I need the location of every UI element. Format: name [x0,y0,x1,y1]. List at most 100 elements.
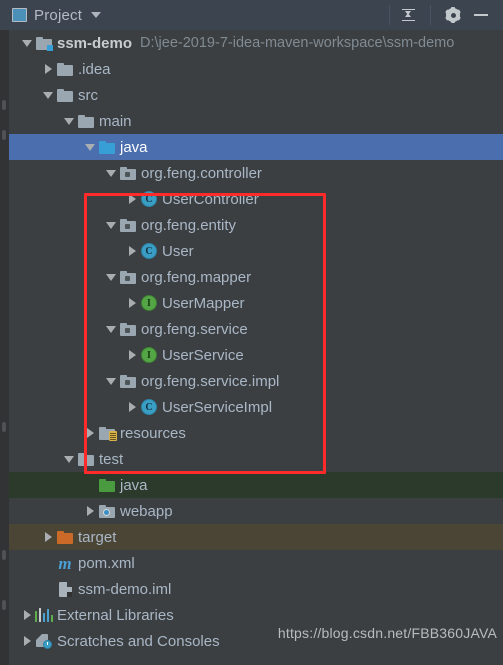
tree-row-label: main [99,112,132,130]
tree-twisty[interactable] [82,472,98,498]
tree-row[interactable]: resources [9,420,503,446]
package-icon [120,218,136,232]
hide-button[interactable] [469,3,493,27]
expand-arrow-icon[interactable] [44,64,52,74]
tree-row[interactable]: java [9,472,503,498]
tree-twisty[interactable] [40,56,56,82]
tree-twisty[interactable] [124,238,140,264]
tree-row-label: ssm-demo.iml [78,580,172,598]
tree-row[interactable]: org.feng.entity [9,212,503,238]
tool-window-header: Project [0,0,503,30]
tree-row-icon [77,446,95,472]
tree-row[interactable]: main [9,108,503,134]
tree-row[interactable]: .idea [9,56,503,82]
test-source-folder-icon [99,478,115,492]
collapse-arrow-icon[interactable] [64,117,74,125]
libraries-icon [34,608,54,622]
tree-twisty[interactable] [40,82,56,108]
expand-arrow-icon[interactable] [128,246,136,256]
tree-twisty[interactable] [40,524,56,550]
tree-twisty[interactable] [103,316,119,342]
tree-row-icon [35,30,53,56]
tree-row-label: org.feng.service.impl [141,372,280,390]
tree-twisty[interactable] [19,602,35,628]
expand-arrow-icon[interactable] [23,636,31,646]
collapse-arrow-icon[interactable] [106,325,116,333]
expand-arrow-icon[interactable] [128,194,136,204]
tree-row-label: User [162,242,194,260]
tree-row[interactable]: C UserServiceImpl [9,394,503,420]
tree-row-icon [56,524,74,550]
tree-twisty[interactable] [124,186,140,212]
collapse-arrow-icon[interactable] [106,377,116,385]
tree-row[interactable]: java [9,134,503,160]
tree-row[interactable]: I UserMapper [9,290,503,316]
tree-row-label: org.feng.mapper [141,268,252,286]
tree-twisty[interactable] [40,576,56,602]
tree-row[interactable]: test [9,446,503,472]
tree-row[interactable]: org.feng.service [9,316,503,342]
tree-twisty[interactable] [61,108,77,134]
collapse-arrow-icon[interactable] [106,273,116,281]
tree-scroll-rail[interactable] [0,30,9,665]
tree-twisty[interactable] [19,628,35,654]
expand-arrow-icon[interactable] [44,532,52,542]
settings-button[interactable] [441,3,465,27]
tree-twisty[interactable] [82,498,98,524]
tree-twisty[interactable] [19,30,35,56]
tree-row[interactable]: org.feng.service.impl [9,368,503,394]
tree-twisty[interactable] [124,290,140,316]
tree-row[interactable]: org.feng.controller [9,160,503,186]
collapse-all-button[interactable] [396,3,420,27]
tree-twisty[interactable] [61,446,77,472]
tree-row-icon: m [56,550,74,576]
tree-row-icon: I [140,342,158,368]
tree-twisty[interactable] [103,160,119,186]
project-tree[interactable]: ssm-demo D:\jee-2019-7-idea-maven-workspa… [0,30,503,665]
tree-row[interactable]: target [9,524,503,550]
tree-row-label: .idea [78,60,111,78]
tree-row[interactable]: m pom.xml [9,550,503,576]
package-icon [120,374,136,388]
tree-row[interactable]: org.feng.mapper [9,264,503,290]
tree-row-icon [119,264,137,290]
tree-row[interactable]: src [9,82,503,108]
tree-twisty[interactable] [124,342,140,368]
chevron-down-icon[interactable] [91,12,102,18]
tree-row[interactable]: I UserService [9,342,503,368]
tree-twisty[interactable] [82,420,98,446]
folder-icon [78,114,94,128]
tree-row[interactable]: webapp [9,498,503,524]
expand-arrow-icon[interactable] [128,298,136,308]
webapp-folder-icon [99,504,115,518]
tree-row-path: D:\jee-2019-7-idea-maven-workspace\ssm-d… [140,35,455,51]
tree-twisty[interactable] [82,134,98,160]
expand-arrow-icon[interactable] [128,350,136,360]
collapse-arrow-icon[interactable] [85,143,95,151]
idea-project-tool-window: Project ssm-demo D:\jee-2019-7-idea-mave… [0,0,503,665]
collapse-arrow-icon[interactable] [106,221,116,229]
tree-row[interactable]: ssm-demo.iml [9,576,503,602]
tree-row-icon [56,82,74,108]
tree-twisty[interactable] [124,394,140,420]
tree-twisty[interactable] [40,550,56,576]
project-tab[interactable]: Project [0,7,383,24]
tree-twisty[interactable] [103,264,119,290]
tree-twisty[interactable] [103,212,119,238]
tree-twisty[interactable] [103,368,119,394]
java-class-icon: C [141,191,157,207]
collapse-arrow-icon[interactable] [64,455,74,463]
tree-row[interactable]: C UserController [9,186,503,212]
module-folder-icon [36,36,53,51]
maven-file-icon: m [58,553,72,573]
collapse-arrow-icon[interactable] [22,39,32,47]
tree-row[interactable]: ssm-demo D:\jee-2019-7-idea-maven-workspa… [9,30,503,56]
collapse-arrow-icon[interactable] [106,169,116,177]
tree-row[interactable]: C User [9,238,503,264]
collapse-arrow-icon[interactable] [43,91,53,99]
tree-row-label: java [120,476,148,494]
expand-arrow-icon[interactable] [86,506,94,516]
expand-arrow-icon[interactable] [23,610,31,620]
expand-arrow-icon[interactable] [86,428,94,438]
expand-arrow-icon[interactable] [128,402,136,412]
